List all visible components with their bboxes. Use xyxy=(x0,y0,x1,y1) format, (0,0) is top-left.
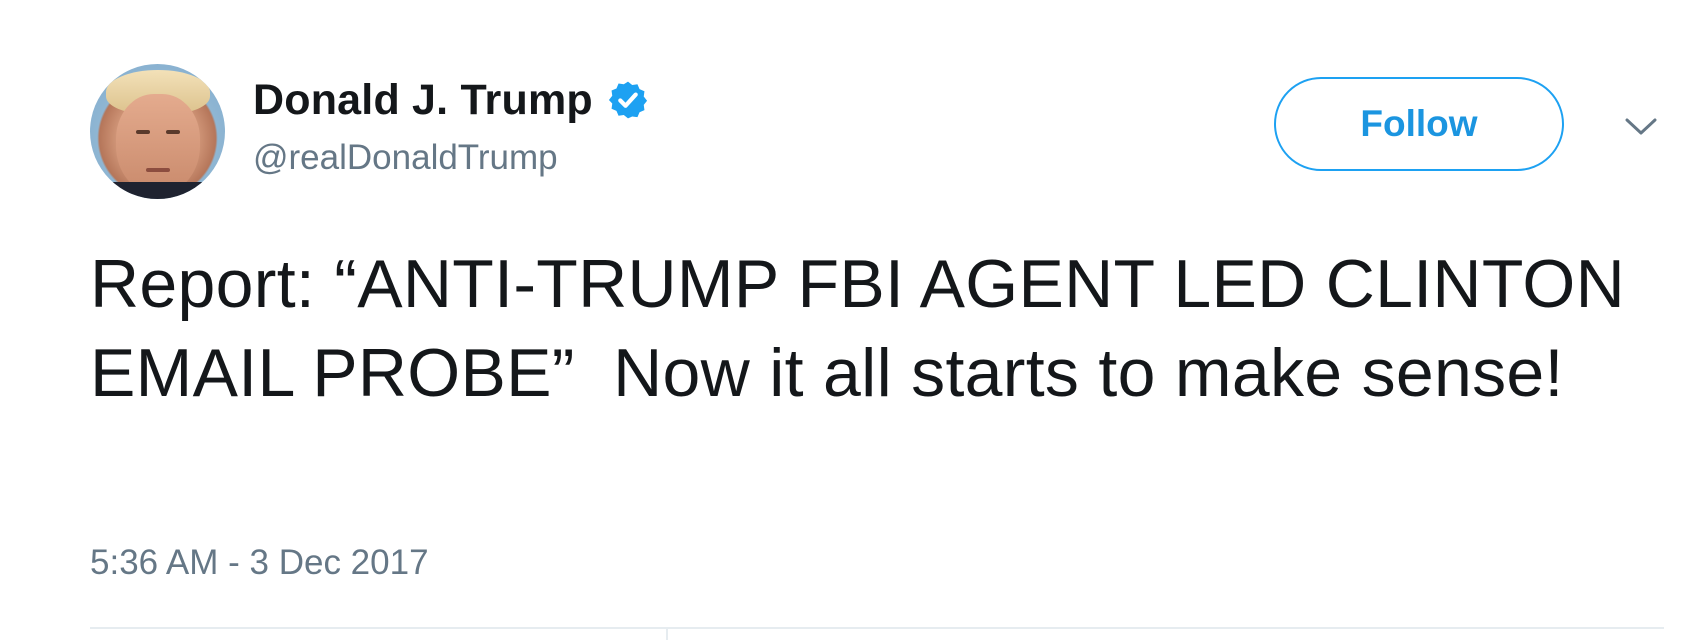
tweet-card: Donald J. Trump @realDonaldTrump Follow … xyxy=(0,0,1700,640)
tweet-text: Report: “ANTI-TRUMP FBI AGENT LED CLINTO… xyxy=(90,246,1645,411)
avatar[interactable] xyxy=(90,64,225,199)
avatar-mouth xyxy=(146,168,170,172)
chevron-down-icon[interactable] xyxy=(1624,116,1658,138)
avatar-face xyxy=(116,94,200,194)
follow-button[interactable]: Follow xyxy=(1274,77,1564,171)
verified-badge-icon xyxy=(608,81,647,119)
divider-tick xyxy=(666,629,668,640)
tweet-timestamp[interactable]: 5:36 AM - 3 Dec 2017 xyxy=(90,543,429,583)
avatar-eye-right xyxy=(166,130,180,134)
author-handle[interactable]: @realDonaldTrump xyxy=(253,138,558,178)
divider xyxy=(90,627,1664,629)
avatar-eye-left xyxy=(136,130,150,134)
display-name[interactable]: Donald J. Trump xyxy=(253,76,593,125)
avatar-suit xyxy=(90,182,225,199)
author-name-row: Donald J. Trump xyxy=(253,70,649,130)
